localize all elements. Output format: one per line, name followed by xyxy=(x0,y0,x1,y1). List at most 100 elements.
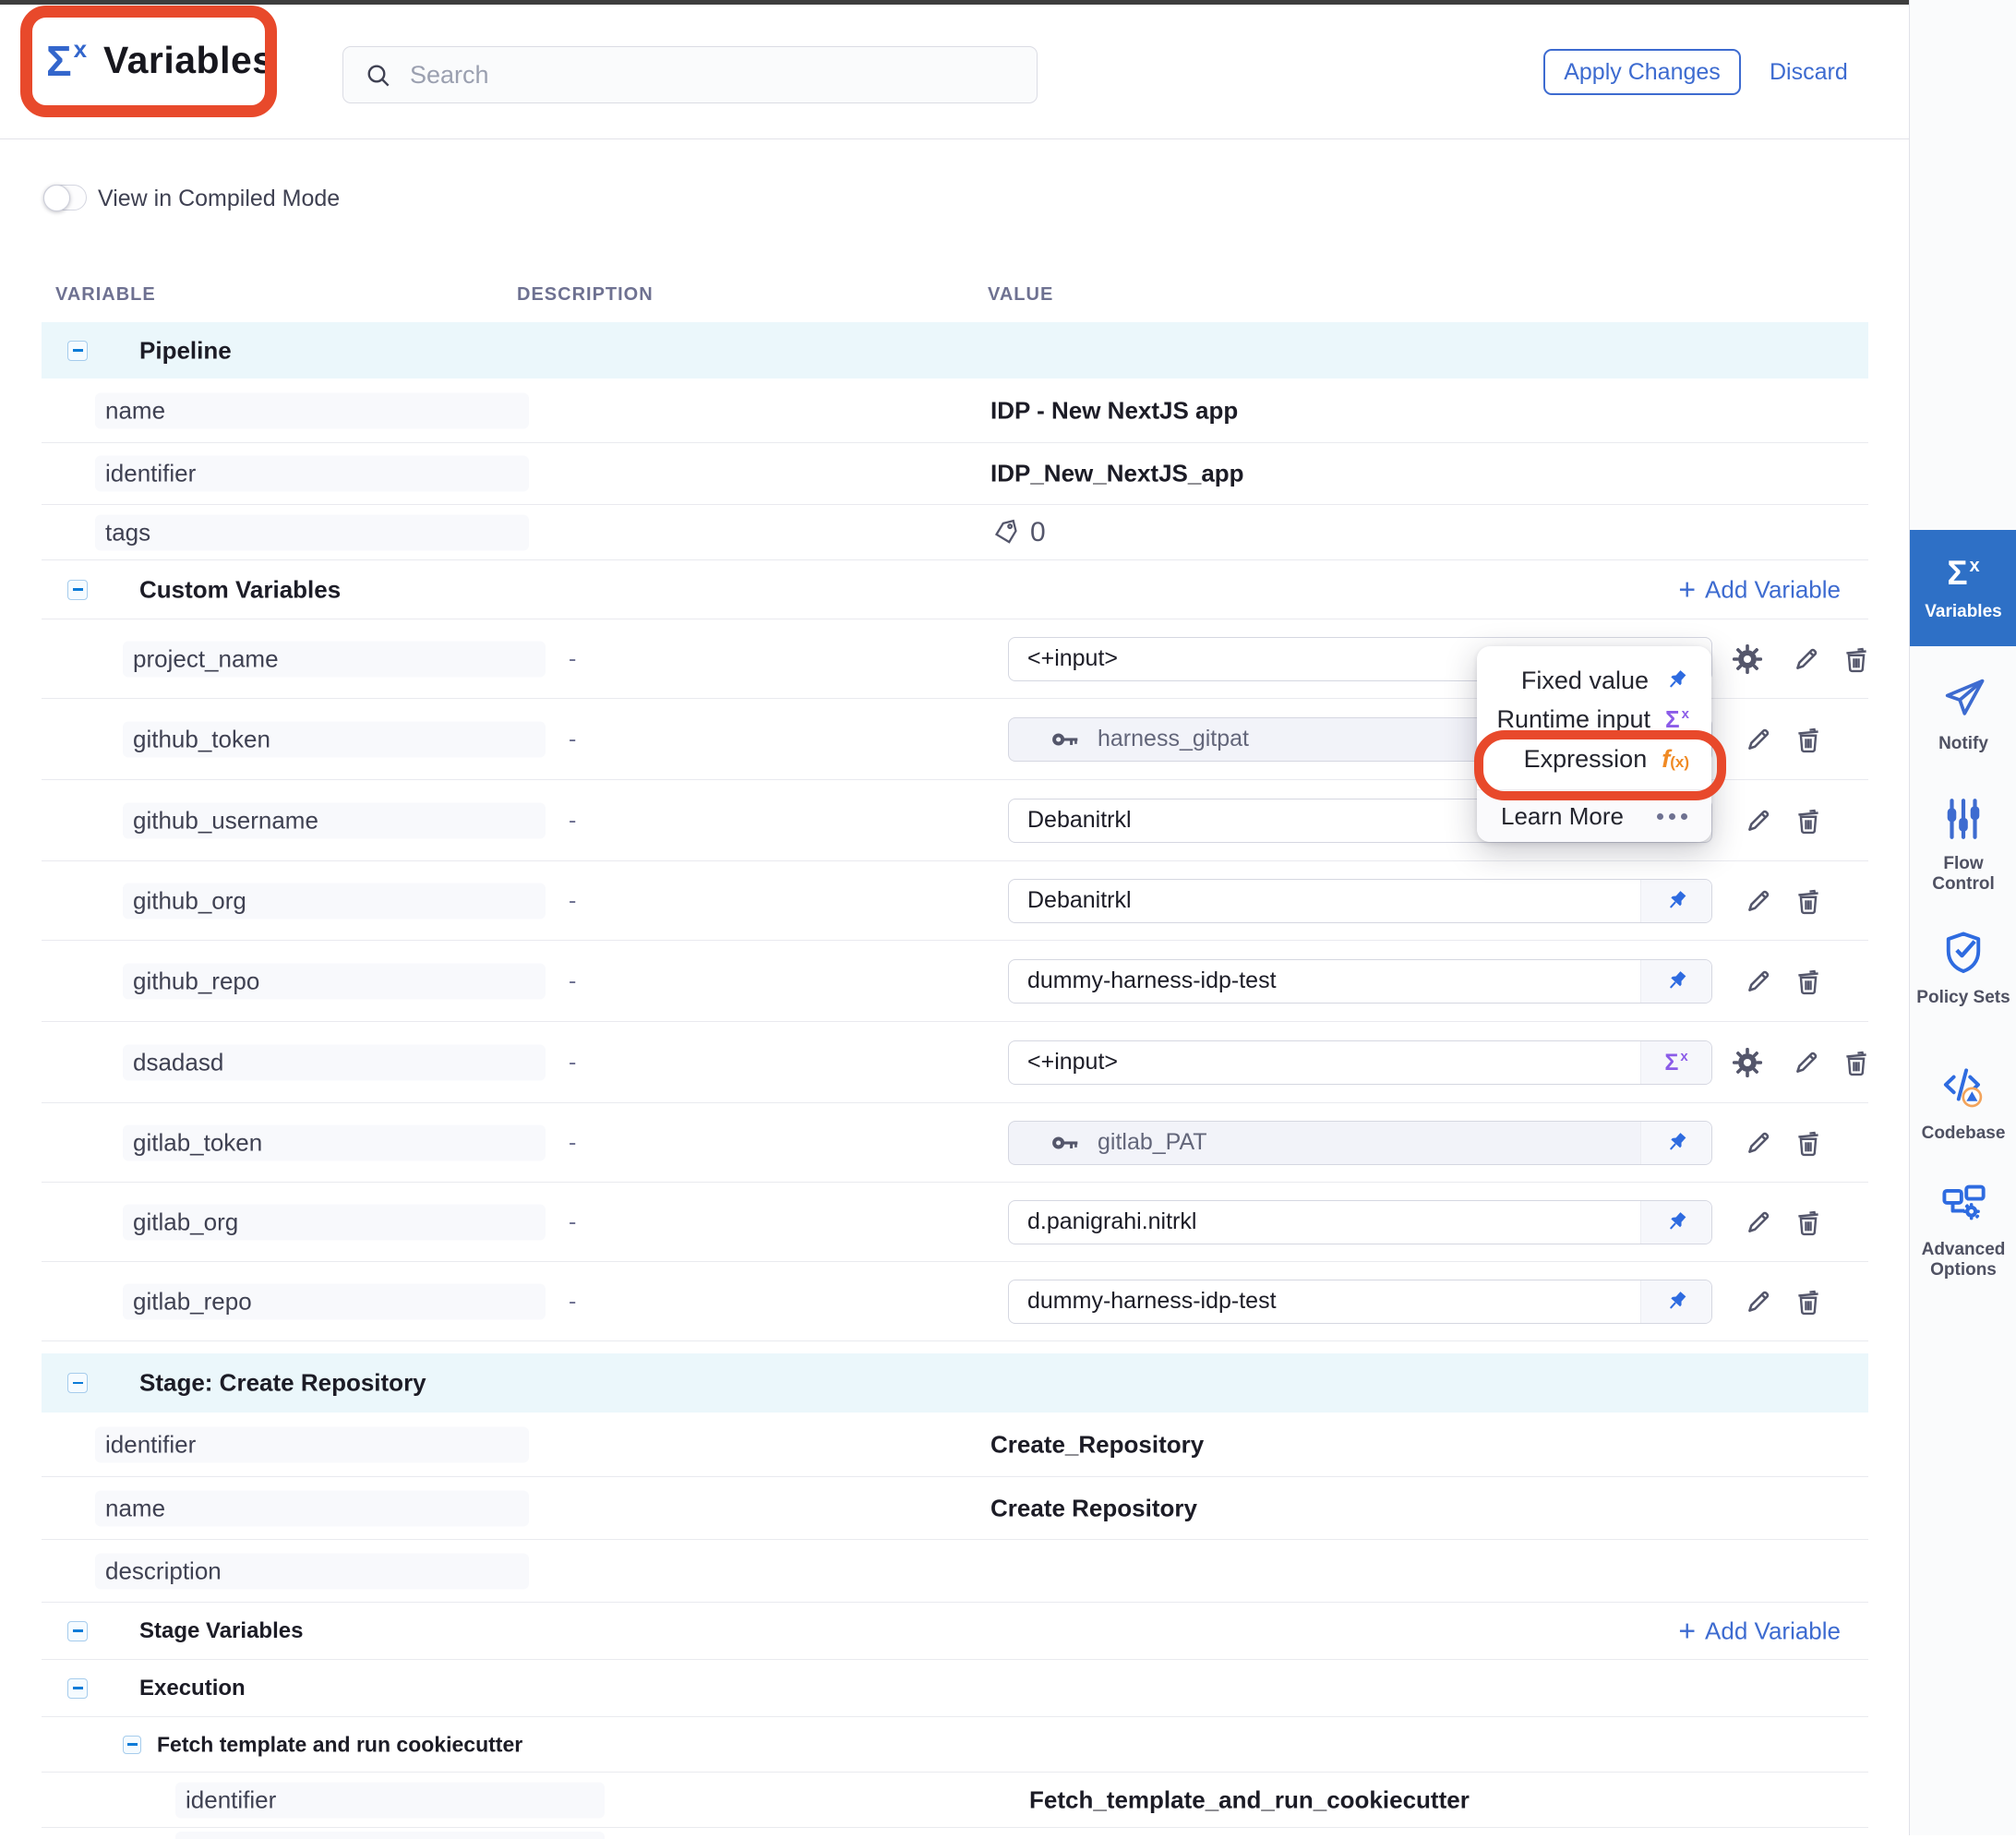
variable-value: IDP - New NextJS app xyxy=(990,396,1238,425)
value-type-pin-button[interactable] xyxy=(1640,880,1711,922)
delete-trash-icon[interactable] xyxy=(1790,1124,1827,1161)
variable-name-label: identifier xyxy=(95,1426,529,1462)
edit-pencil-icon[interactable] xyxy=(1788,1044,1825,1081)
description-dash: - xyxy=(569,1208,576,1235)
pin-icon xyxy=(1663,1289,1689,1315)
delete-trash-icon[interactable] xyxy=(1838,641,1875,678)
table-row: name Create Repository xyxy=(42,1477,1868,1540)
key-icon xyxy=(1050,724,1081,755)
sidebar-item-advanced-options[interactable]: Advanced Options xyxy=(1910,1180,2016,1280)
sidebar-item-variables[interactable]: Σx Variables xyxy=(1910,530,2016,646)
edit-pencil-icon[interactable] xyxy=(1740,1283,1777,1320)
ellipsis-icon xyxy=(1657,813,1687,820)
col-value: VALUE xyxy=(988,284,1053,306)
variable-name-label: dsadasd xyxy=(123,1044,546,1080)
variable-value: Fetch_template_and_run_cookiecutter xyxy=(1029,1785,1470,1814)
collapse-icon[interactable] xyxy=(67,1373,88,1393)
collapse-icon[interactable] xyxy=(123,1736,141,1754)
edit-pencil-icon[interactable] xyxy=(1740,883,1777,920)
sidebar-item-policy-sets[interactable]: Policy Sets xyxy=(1910,928,2016,1008)
table-row: description xyxy=(42,1540,1868,1603)
table-row: identifier Fetch_template_and_run_cookie… xyxy=(42,1773,1868,1828)
variable-name-label: gitlab_token xyxy=(123,1124,546,1160)
description-dash: - xyxy=(569,1288,576,1315)
collapse-icon[interactable] xyxy=(67,341,88,361)
variable-value: Create Repository xyxy=(990,1494,1197,1522)
value-type-pin-button[interactable] xyxy=(1640,960,1711,1003)
variable-name-label: github_token xyxy=(123,721,546,757)
section-title: Custom Variables xyxy=(139,575,341,604)
table-row: github_repo - dummy-harness-idp-test xyxy=(42,941,1868,1022)
section-step-group: Fetch template and run cookiecutter xyxy=(42,1717,1868,1773)
value-input[interactable]: dummy-harness-idp-test xyxy=(1008,959,1712,1004)
pin-icon xyxy=(1663,888,1689,914)
value-type-pin-button[interactable] xyxy=(1640,1122,1711,1164)
value-type-pin-button[interactable] xyxy=(1640,1280,1711,1323)
collapse-icon[interactable] xyxy=(67,1678,88,1699)
collapse-icon[interactable] xyxy=(67,580,88,600)
description-dash: - xyxy=(569,887,576,914)
value-type-pin-button[interactable] xyxy=(1640,1201,1711,1244)
delete-trash-icon[interactable] xyxy=(1790,1283,1827,1320)
secret-value-input[interactable]: gitlab_PAT xyxy=(1008,1121,1712,1165)
edit-pencil-icon[interactable] xyxy=(1788,641,1825,678)
table-row: gitlab_org - d.panigrahi.nitrkl xyxy=(42,1183,1868,1262)
search-box[interactable] xyxy=(342,46,1038,103)
collapse-icon[interactable] xyxy=(67,1621,88,1641)
apply-changes-button[interactable]: Apply Changes xyxy=(1543,49,1741,95)
variable-name-label: project_name xyxy=(123,641,546,677)
value-input[interactable]: <+input> Σx xyxy=(1008,1040,1712,1085)
delete-trash-icon[interactable] xyxy=(1790,721,1827,758)
section-title: Stage Variables xyxy=(139,1618,303,1644)
table-row: identifier Create_Repository xyxy=(42,1412,1868,1477)
delete-trash-icon[interactable] xyxy=(1790,1204,1827,1241)
delete-trash-icon[interactable] xyxy=(1838,1044,1875,1081)
edit-pencil-icon[interactable] xyxy=(1740,963,1777,1000)
settings-gear-icon[interactable] xyxy=(1729,1044,1766,1081)
shield-check-icon xyxy=(1939,928,1987,976)
section-title: Stage: Create Repository xyxy=(139,1369,426,1398)
table-row: gitlab_repo - dummy-harness-idp-test xyxy=(42,1262,1868,1341)
value-input[interactable]: d.panigrahi.nitrkl xyxy=(1008,1200,1712,1244)
edit-pencil-icon[interactable] xyxy=(1740,1204,1777,1241)
search-input[interactable] xyxy=(408,51,1012,99)
add-variable-button[interactable]: +Add Variable xyxy=(1678,1617,1841,1645)
edit-pencil-icon[interactable] xyxy=(1740,802,1777,839)
annotation-highlight-expression xyxy=(1474,730,1726,800)
edit-pencil-icon[interactable] xyxy=(1740,721,1777,758)
delete-trash-icon[interactable] xyxy=(1790,802,1827,839)
description-dash: - xyxy=(569,726,576,752)
variable-name-label: identifier xyxy=(95,456,529,492)
sliders-icon xyxy=(1940,796,1986,842)
settings-gear-icon[interactable] xyxy=(1729,641,1766,678)
plus-icon: + xyxy=(1678,578,1696,602)
variable-value: IDP_New_NextJS_app xyxy=(990,460,1244,488)
delete-trash-icon[interactable] xyxy=(1790,883,1827,920)
discard-link[interactable]: Discard xyxy=(1770,59,1848,86)
sigma-x-icon: Σx xyxy=(1947,554,1979,593)
add-variable-button[interactable]: +Add Variable xyxy=(1678,575,1841,604)
flowchart-gear-icon xyxy=(1939,1180,1987,1228)
value-input[interactable]: Debanitrkl xyxy=(1008,879,1712,923)
sidebar-item-codebase[interactable]: Codebase xyxy=(1910,1062,2016,1144)
table-row: name IDP - New NextJS app xyxy=(42,379,1868,443)
section-execution: Execution xyxy=(42,1660,1868,1717)
sidebar-item-flow-control[interactable]: Flow Control xyxy=(1910,796,2016,895)
value-input[interactable]: dummy-harness-idp-test xyxy=(1008,1280,1712,1324)
edit-pencil-icon[interactable] xyxy=(1740,1124,1777,1161)
col-variable: VARIABLE xyxy=(55,284,156,306)
pin-icon xyxy=(1663,1209,1689,1235)
variables-table: VARIABLE DESCRIPTION VALUE Pipeline name… xyxy=(42,138,1868,1835)
section-stage-variables: Stage Variables +Add Variable xyxy=(42,1603,1868,1660)
value-type-runtime-button[interactable]: Σx xyxy=(1640,1041,1711,1084)
table-row: dsadasd - <+input> Σx xyxy=(42,1022,1868,1103)
section-title: Pipeline xyxy=(139,336,232,365)
pin-icon xyxy=(1663,667,1689,693)
delete-trash-icon[interactable] xyxy=(1790,963,1827,1000)
sidebar-item-notify[interactable]: Notify xyxy=(1910,674,2016,754)
variable-name-label: description xyxy=(95,1553,529,1589)
menu-item-fixed-value[interactable]: Fixed value xyxy=(1477,661,1711,700)
section-title: Fetch template and run cookiecutter xyxy=(157,1732,522,1757)
plus-icon: + xyxy=(1678,1619,1696,1643)
key-icon xyxy=(1050,1127,1081,1159)
